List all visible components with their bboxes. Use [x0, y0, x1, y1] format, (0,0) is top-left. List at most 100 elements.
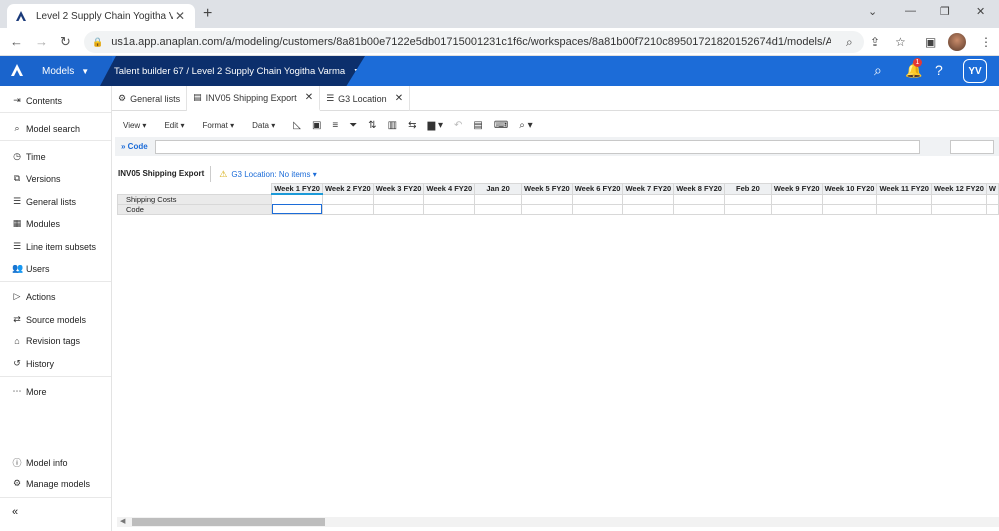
- bookmark-star-icon[interactable]: ☆: [895, 35, 906, 49]
- formula-icon[interactable]: ◺: [293, 120, 301, 131]
- grid-cell[interactable]: [571, 203, 624, 215]
- column-header[interactable]: Week 11 FY20: [876, 183, 932, 195]
- sidebar-item-model-info[interactable]: ⓘ Model info: [12, 456, 67, 469]
- grid-cell[interactable]: [930, 193, 987, 205]
- sidebar-item-model-search[interactable]: ⌕ Model search: [12, 123, 80, 134]
- view-menu-button[interactable]: View ▾: [123, 121, 146, 130]
- grid-cell[interactable]: [930, 203, 987, 215]
- grid-cell[interactable]: [372, 203, 425, 215]
- undo-icon[interactable]: ↶: [454, 120, 462, 131]
- restore-icon[interactable]: ❐: [940, 5, 950, 18]
- column-header[interactable]: Week 4 FY20: [423, 183, 476, 195]
- user-avatar[interactable]: YV: [963, 59, 987, 83]
- new-tab-icon[interactable]: +: [203, 5, 212, 23]
- grid-cell[interactable]: [271, 193, 323, 205]
- grid-cell[interactable]: [723, 193, 772, 205]
- column-header[interactable]: Week 10 FY20: [821, 183, 878, 195]
- grid-cell[interactable]: [521, 203, 573, 215]
- column-header[interactable]: W: [985, 183, 999, 195]
- sidebar-item-contents[interactable]: ⇥ Contents: [12, 95, 62, 106]
- grid-cell[interactable]: [571, 193, 624, 205]
- sidebar-item-source-models[interactable]: ⇄ Source models: [12, 314, 86, 325]
- sidebar-item-revision-tags[interactable]: ⌂ Revision tags: [12, 336, 80, 346]
- grid-cell[interactable]: [622, 203, 675, 215]
- format-menu-button[interactable]: Format ▾: [203, 121, 235, 130]
- grid-cell[interactable]: [521, 193, 573, 205]
- formula-input[interactable]: [155, 140, 920, 154]
- grid-cell[interactable]: [474, 203, 522, 215]
- scroll-left-icon[interactable]: ◀: [120, 517, 125, 525]
- sidebar-item-users[interactable]: 👥 Users: [12, 263, 50, 274]
- grid-cell[interactable]: [723, 203, 772, 215]
- browser-tab[interactable]: Level 2 Supply Chain Yogitha Var ✕: [7, 4, 195, 28]
- grid-cell[interactable]: [985, 203, 999, 215]
- sidebar-item-manage-models[interactable]: ⚙ Manage models: [12, 478, 90, 489]
- column-header[interactable]: Week 7 FY20: [622, 183, 675, 195]
- grid-cell[interactable]: [673, 193, 725, 205]
- tab-inv05-shipping-export[interactable]: ▤ INV05 Shipping Export ✕: [187, 86, 321, 111]
- row-header[interactable]: Shipping Costs: [116, 193, 273, 205]
- horizontal-scrollbar[interactable]: ◀: [117, 517, 999, 527]
- sidebar-item-actions[interactable]: ▷ Actions: [12, 291, 56, 302]
- side-panel-icon[interactable]: ▣: [925, 35, 936, 49]
- column-header[interactable]: Jan 20: [474, 183, 522, 195]
- grid-cell[interactable]: [423, 193, 476, 205]
- grid-cell[interactable]: [821, 193, 878, 205]
- tab-g3-location[interactable]: ☰ G3 Location ✕: [320, 86, 411, 111]
- grid-cell[interactable]: [423, 203, 476, 215]
- models-menu[interactable]: Models ▼: [0, 56, 112, 86]
- close-window-icon[interactable]: ✕: [976, 5, 985, 18]
- scrollbar-thumb[interactable]: [132, 518, 325, 526]
- close-icon[interactable]: ✕: [305, 92, 313, 103]
- collapse-sidebar-button[interactable]: «: [12, 506, 18, 518]
- grid-cell[interactable]: [321, 203, 374, 215]
- edit-menu-button[interactable]: Edit ▾: [164, 121, 184, 130]
- close-icon[interactable]: ✕: [395, 93, 403, 104]
- filter-icon[interactable]: ⏷: [349, 120, 357, 131]
- sidebar-item-more[interactable]: ⋯ More: [12, 386, 47, 397]
- reload-icon[interactable]: ↻: [60, 34, 71, 50]
- back-icon[interactable]: ←: [10, 34, 23, 49]
- grid-cell[interactable]: [876, 193, 932, 205]
- sidebar-item-general-lists[interactable]: ☰ General lists: [12, 196, 76, 207]
- grid-columns-icon[interactable]: ▥: [388, 120, 397, 131]
- share-icon[interactable]: ⇪: [870, 35, 880, 49]
- grid-cell[interactable]: [673, 203, 725, 215]
- column-header[interactable]: Week 9 FY20: [770, 183, 823, 195]
- column-header[interactable]: Feb 20: [723, 183, 772, 195]
- profile-avatar[interactable]: [948, 33, 966, 51]
- minimize-icon[interactable]: —: [905, 5, 916, 17]
- column-header[interactable]: Week 5 FY20: [521, 183, 573, 195]
- search-icon[interactable]: ⌕: [874, 62, 882, 79]
- grid-cell[interactable]: [985, 193, 999, 205]
- export-icon[interactable]: ▤: [473, 120, 482, 131]
- grid-cell[interactable]: [474, 193, 522, 205]
- chart-icon[interactable]: ▆ ▾: [427, 120, 443, 131]
- breadcrumb[interactable]: Talent builder 67 / Level 2 Supply Chain…: [100, 56, 365, 86]
- selected-grid-cell[interactable]: [271, 203, 323, 215]
- grid-cell[interactable]: [876, 203, 932, 215]
- data-menu-button[interactable]: Data ▾: [252, 121, 275, 130]
- grid-cell[interactable]: [321, 193, 374, 205]
- close-tab-icon[interactable]: ✕: [173, 9, 187, 23]
- sidebar-item-history[interactable]: ↺ History: [12, 358, 54, 369]
- menu-kebab-icon[interactable]: ⋮: [980, 35, 992, 49]
- page-selector[interactable]: G3 Location: No items ▾: [231, 170, 316, 179]
- column-header[interactable]: Week 2 FY20: [321, 183, 374, 195]
- grid-cell[interactable]: [770, 193, 823, 205]
- help-icon[interactable]: ?: [935, 62, 943, 78]
- column-header[interactable]: Week 3 FY20: [372, 183, 425, 195]
- grid-cell[interactable]: [372, 193, 425, 205]
- column-header[interactable]: Week 6 FY20: [571, 183, 624, 195]
- grid-cell[interactable]: [770, 203, 823, 215]
- pivot-icon[interactable]: ⇆: [408, 120, 416, 131]
- column-header[interactable]: Week 12 FY20: [930, 183, 987, 195]
- grid-cell[interactable]: [821, 203, 878, 215]
- keyboard-icon[interactable]: ⌨: [494, 120, 508, 131]
- sort-icon[interactable]: ⇅: [368, 120, 376, 131]
- url-field[interactable]: 🔒 us1a.app.anaplan.com/a/modeling/custom…: [84, 31, 864, 53]
- sidebar-item-line-item-subsets[interactable]: ☰ Line item subsets: [12, 241, 96, 252]
- sidebar-item-versions[interactable]: ⧉ Versions: [12, 173, 61, 184]
- blueprint-icon[interactable]: ▣: [312, 120, 321, 131]
- indent-icon[interactable]: ≡: [332, 120, 338, 131]
